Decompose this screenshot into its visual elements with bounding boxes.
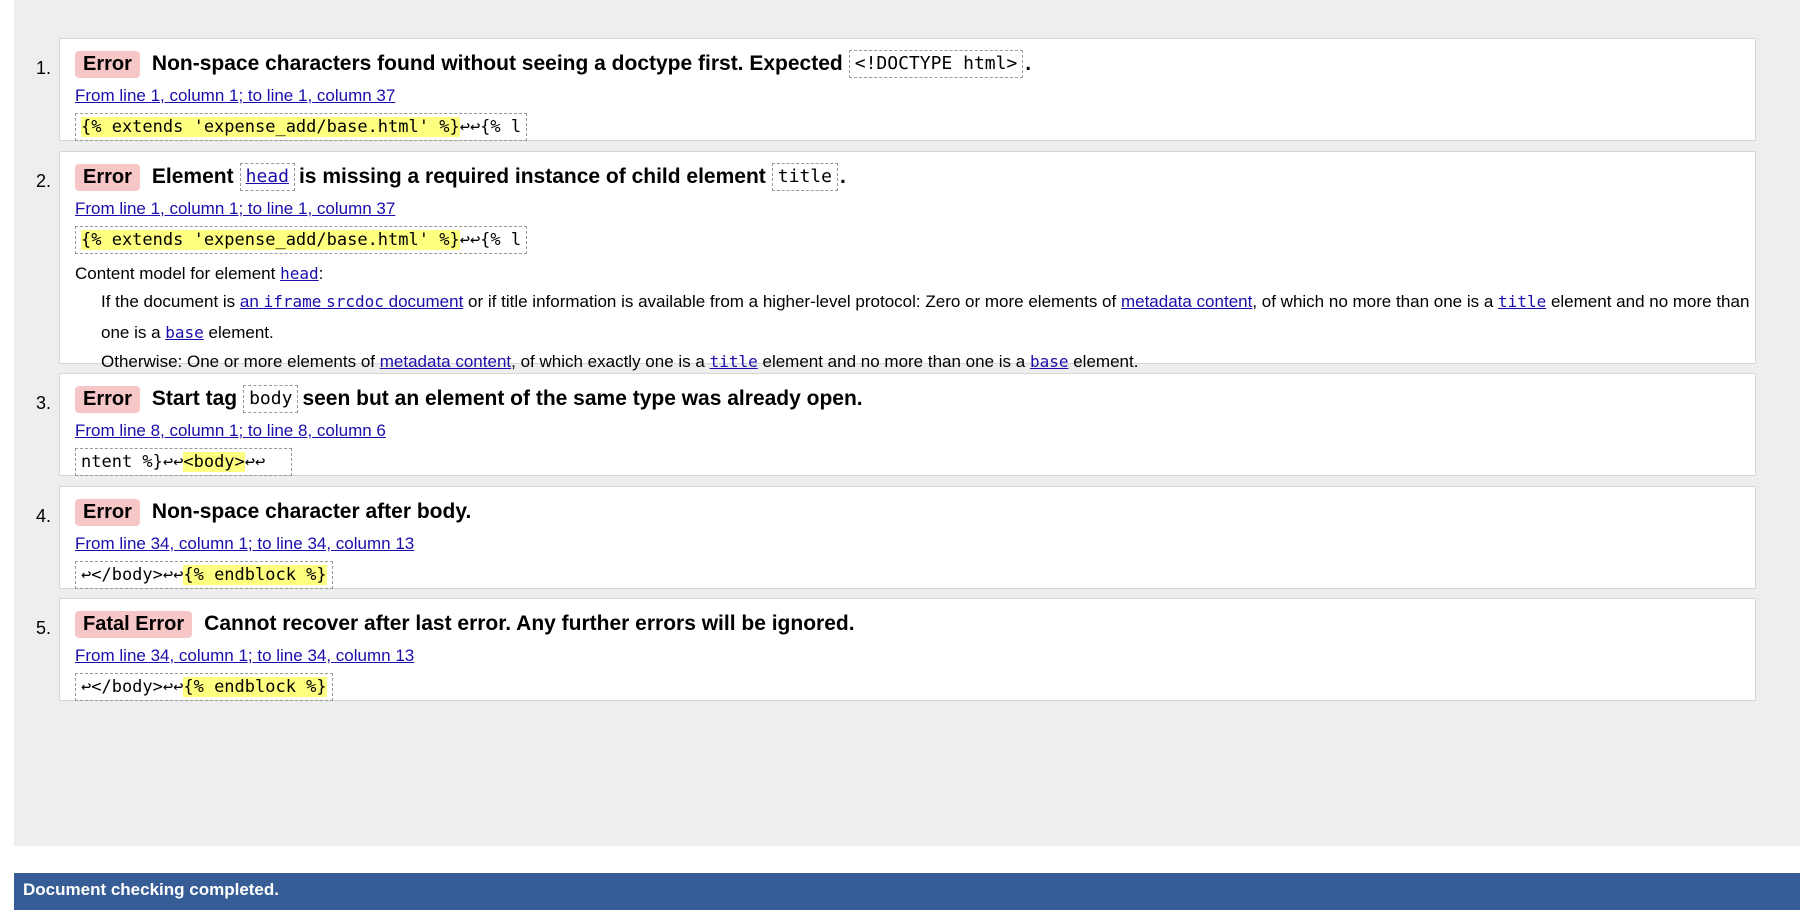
source-extract: {% extends 'expense_add/base.html' %}↩↩{… — [75, 113, 528, 141]
metadata-content-link[interactable]: metadata content — [380, 352, 511, 371]
message-number: 5. — [35, 618, 51, 638]
message-item-5: 5. Fatal Error Cannot recover after last… — [36, 598, 1756, 701]
source-extract: {% extends 'expense_add/base.html' %}↩↩{… — [75, 226, 528, 254]
title-link[interactable]: title — [1498, 292, 1546, 311]
content-model-label: Content model for element head: — [75, 264, 324, 283]
extract-pre: ↩</body>↩↩ — [81, 677, 184, 697]
error-badge: Error — [75, 163, 140, 191]
content-model-items: If the document is an iframe srcdoc docu… — [75, 286, 1755, 377]
base-link[interactable]: base — [1030, 352, 1069, 371]
message-heading: Error Element head is missing a required… — [75, 162, 1755, 192]
message-number: 4. — [35, 506, 51, 526]
message-text-end: . — [1025, 52, 1032, 75]
message-heading: Fatal Error Cannot recover after last er… — [75, 609, 1755, 639]
message-text: Start tag — [151, 387, 238, 410]
location-link[interactable]: From line 34, column 1; to line 34, colu… — [75, 645, 1755, 667]
code-snippet: <!DOCTYPE html> — [848, 50, 1024, 78]
source-extract: ↩</body>↩↩{% endblock %} — [75, 561, 333, 589]
message-heading: Error Start tag body seen but an element… — [75, 384, 1755, 414]
source-extract: ntent %}↩↩<body>↩↩ — [75, 448, 292, 476]
message-item-4: 4. Error Non-space character after body.… — [36, 486, 1756, 589]
extract-highlight: {% extends 'expense_add/base.html' %} — [81, 230, 460, 250]
message-text-mid: is missing a required instance of child … — [298, 165, 766, 188]
message-heading: Error Non-space character after body. — [75, 497, 1755, 527]
message-heading: Error Non-space characters found without… — [75, 49, 1755, 79]
code-snippet: body — [243, 385, 299, 413]
status-bar: Document checking completed. — [14, 873, 1800, 910]
error-badge: Error — [75, 385, 140, 413]
extract-highlight: {% extends 'expense_add/base.html' %} — [81, 117, 460, 137]
iframe-srcdoc-link[interactable]: an iframe srcdoc document — [240, 292, 463, 311]
error-badge: Error — [75, 50, 140, 78]
head-element-link[interactable]: head — [246, 166, 289, 187]
message-text: Cannot recover after last error. Any fur… — [204, 612, 855, 635]
metadata-content-link[interactable]: metadata content — [1121, 292, 1252, 311]
extract-pre: ↩</body>↩↩ — [81, 565, 184, 585]
message-number: 1. — [35, 58, 51, 78]
location-link[interactable]: From line 1, column 1; to line 1, column… — [75, 198, 1755, 220]
location-link[interactable]: From line 1, column 1; to line 1, column… — [75, 85, 1755, 107]
results-panel: 1. Error Non-space characters found with… — [14, 0, 1800, 846]
base-link[interactable]: base — [165, 323, 204, 342]
location-link[interactable]: From line 8, column 1; to line 8, column… — [75, 420, 1755, 442]
message-text: Non-space character after body. — [151, 500, 472, 523]
message-item-2: 2. Error Element head is missing a requi… — [36, 151, 1756, 371]
head-spec-link[interactable]: head — [280, 264, 319, 283]
message-text: Element — [151, 165, 234, 188]
error-badge: Error — [75, 498, 140, 526]
extract-highlight: <body> — [183, 452, 245, 472]
message-item-3: 3. Error Start tag body seen but an elem… — [36, 373, 1756, 476]
extract-rest: ↩↩{% l — [459, 117, 522, 137]
content-model-item-1: If the document is an iframe srcdoc docu… — [101, 292, 1750, 342]
message-number: 3. — [35, 393, 51, 413]
code-snippet: title — [771, 163, 838, 191]
source-extract: ↩</body>↩↩{% endblock %} — [75, 673, 333, 701]
extract-highlight: {% endblock %} — [183, 677, 327, 697]
extract-pre: ntent %}↩↩ — [81, 452, 184, 472]
fatal-error-badge: Fatal Error — [75, 610, 193, 638]
status-text: Document checking completed. — [23, 880, 279, 899]
location-link[interactable]: From line 34, column 1; to line 34, colu… — [75, 533, 1755, 555]
message-text-end: seen but an element of the same type was… — [302, 387, 863, 410]
message-text: Non-space characters found without seein… — [151, 52, 843, 75]
message-number: 2. — [35, 171, 51, 191]
message-item-1: 1. Error Non-space characters found with… — [36, 38, 1756, 141]
content-model: Content model for element head: If the d… — [75, 262, 1755, 377]
message-text-end: . — [839, 165, 846, 188]
extract-rest: ↩↩ — [244, 452, 286, 472]
extract-rest: ↩↩{% l — [459, 230, 522, 250]
extract-highlight: {% endblock %} — [183, 565, 327, 585]
title-link[interactable]: title — [710, 352, 758, 371]
